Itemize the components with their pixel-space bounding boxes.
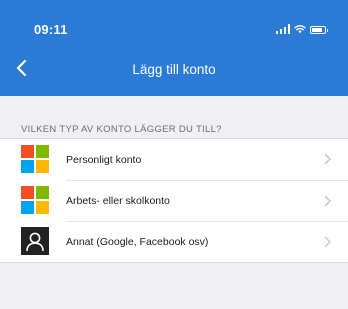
signal-icon <box>275 24 290 34</box>
status-icons <box>275 22 328 34</box>
phone-screen: 09:11 Lägg till konto VILKEN TYP AV KONT… <box>0 0 348 309</box>
account-option-work-school[interactable]: Arbets- eller skolkonto <box>0 180 348 221</box>
section-header: VILKEN TYP AV KONTO LÄGGER DU TILL? <box>21 124 222 135</box>
chevron-right-icon <box>324 236 331 248</box>
microsoft-logo-icon <box>21 186 49 214</box>
microsoft-logo-icon <box>21 145 49 173</box>
status-time: 09:11 <box>34 22 68 37</box>
account-option-other[interactable]: Annat (Google, Facebook osv) <box>0 221 348 262</box>
account-option-label: Annat (Google, Facebook osv) <box>66 236 209 248</box>
account-type-list: Personligt konto Arbets- eller skolkonto <box>0 138 348 263</box>
page-title: Lägg till konto <box>132 62 216 77</box>
wifi-icon <box>294 25 306 34</box>
chevron-right-icon <box>324 153 331 165</box>
account-option-label: Arbets- eller skolkonto <box>66 195 170 207</box>
battery-icon <box>310 26 328 34</box>
chevron-right-icon <box>324 195 331 207</box>
account-option-label: Personligt konto <box>66 153 142 166</box>
app-header: 09:11 Lägg till konto <box>0 0 348 96</box>
person-icon <box>21 227 49 255</box>
account-option-personal[interactable]: Personligt konto <box>0 139 348 180</box>
